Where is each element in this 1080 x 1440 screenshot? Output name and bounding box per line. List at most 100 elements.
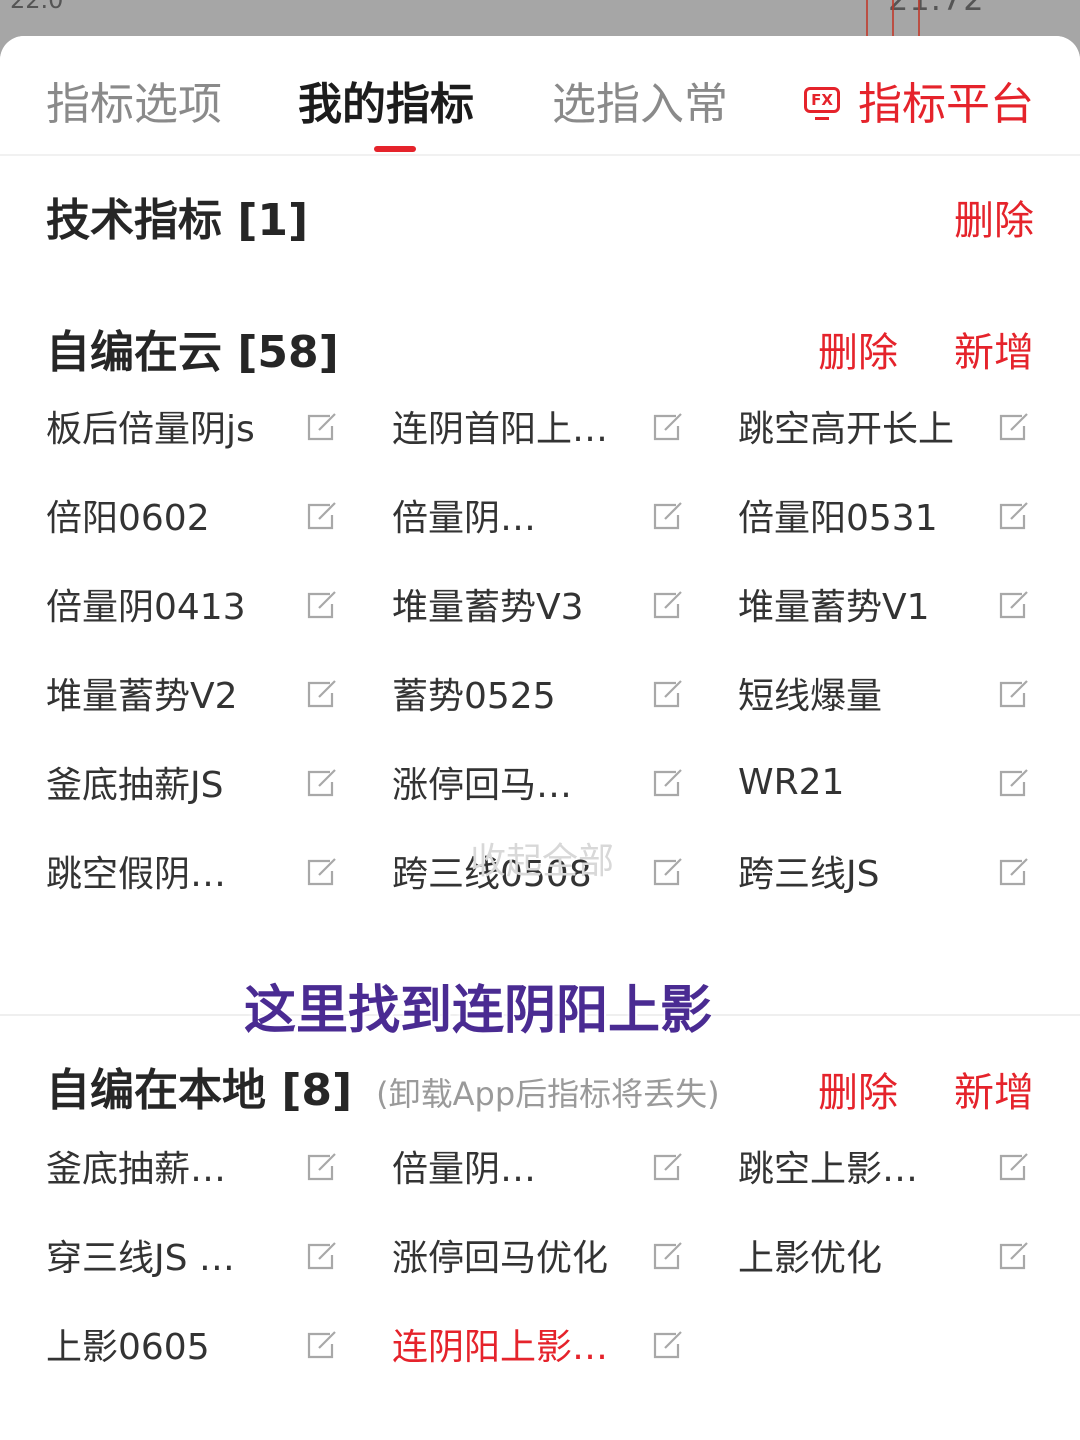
indicator-item-label: 上影0605 [46, 1327, 210, 1368]
edit-icon[interactable] [996, 586, 1032, 622]
edit-icon[interactable] [304, 1237, 340, 1273]
edit-icon[interactable] [650, 853, 686, 889]
local-title-text: 自编在本地 [8] [46, 1065, 353, 1116]
edit-icon[interactable] [996, 675, 1032, 711]
indicator-item-label: 倍阳0602 [46, 498, 210, 539]
edit-icon[interactable] [996, 853, 1032, 889]
cloud-delete-button[interactable]: 删除 [818, 320, 898, 378]
collapse-all-text: 收起全部 [470, 841, 615, 882]
indicator-item[interactable]: 倍量阴… [392, 485, 692, 545]
indicator-platform-label: 指标平台 [858, 79, 1034, 130]
indicator-item-label: 跳空上影… [738, 1149, 919, 1190]
edit-icon[interactable] [650, 1326, 686, 1362]
edit-icon[interactable] [996, 764, 1032, 800]
chart-line [866, 0, 868, 36]
edit-icon[interactable] [304, 853, 340, 889]
chart-tick-label: 22.0 [10, 0, 64, 14]
local-delete-button[interactable]: 删除 [818, 1060, 898, 1118]
indicator-item[interactable]: WR21 [738, 752, 1038, 812]
local-note: (卸载App后指标将丢失) [376, 1075, 720, 1113]
local-section: 自编在本地 [8] (卸载App后指标将丢失) 删除 新增 釜底抽薪… 倍量阴… 跳空… [0, 1024, 1080, 1440]
tab-indicator-options[interactable]: 指标选项 [46, 68, 222, 132]
indicator-item[interactable]: 短线爆量 [738, 663, 1038, 723]
indicator-item-label: 堆量蓄势V1 [738, 587, 930, 628]
indicator-item[interactable]: 跳空上影… [738, 1136, 1038, 1196]
edit-icon[interactable] [650, 1237, 686, 1273]
indicator-item-label: 跳空高开长上 [738, 409, 955, 450]
technical-delete-button[interactable]: 删除 [954, 188, 1034, 246]
indicator-item[interactable]: 倍阳0602 [46, 485, 346, 545]
fx-screen-icon: FX [804, 87, 840, 120]
indicator-item-label: 釜底抽薪JS [46, 765, 224, 806]
edit-icon[interactable] [304, 1148, 340, 1184]
indicator-item-label: 涨停回马… [392, 765, 573, 806]
indicator-item[interactable]: 釜底抽薪… [46, 1136, 346, 1196]
indicator-item[interactable]: 跨三线JS [738, 841, 1038, 901]
indicator-item-label: 跳空假阴… [46, 854, 227, 895]
technical-section: 技术指标 [1] 删除 [0, 156, 1080, 266]
edit-icon[interactable] [304, 408, 340, 444]
indicator-item-label: 堆量蓄势V2 [46, 676, 238, 717]
indicator-item[interactable]: 釜底抽薪JS [46, 752, 346, 812]
edit-icon[interactable] [996, 408, 1032, 444]
indicator-item[interactable]: 板后倍量阴js [46, 396, 346, 456]
indicator-sheet: 指标选项 我的指标 选指入常 FX 指标平台 技术指标 [1] 删除 自编在云 … [0, 36, 1080, 1440]
chart-line [892, 0, 894, 36]
cloud-title: 自编在云 [58] [46, 327, 339, 378]
cloud-section: 自编在云 [58] 删除 新增 板后倍量阴js 连阴首阳上… 跳空高开长上倍阳060… [0, 266, 1080, 1024]
edit-icon[interactable] [650, 497, 686, 533]
indicator-item-label: 倍量阳0531 [738, 498, 938, 539]
edit-icon[interactable] [650, 586, 686, 622]
active-tab-indicator [374, 146, 416, 152]
indicator-item[interactable]: 倍量阴… [392, 1136, 692, 1196]
indicator-item[interactable]: 涨停回马… [392, 752, 692, 812]
local-title: 自编在本地 [8] (卸载App后指标将丢失) [46, 1054, 720, 1118]
indicator-item[interactable]: 上影0605 [46, 1314, 346, 1374]
edit-icon[interactable] [996, 497, 1032, 533]
indicator-item-label: 连阴首阳上… [392, 409, 609, 450]
indicator-item[interactable]: 连阴首阳上… [392, 396, 692, 456]
indicator-item-label: 跨三线JS [738, 854, 880, 895]
indicator-item[interactable]: 蓄势0525 [392, 663, 692, 723]
indicator-item[interactable]: 倍量阴0413 [46, 574, 346, 634]
edit-icon[interactable] [304, 1326, 340, 1362]
edit-icon[interactable] [304, 497, 340, 533]
edit-icon[interactable] [996, 1148, 1032, 1184]
tab-select-indicators[interactable]: 选指入常 [552, 68, 728, 132]
edit-icon[interactable] [996, 1237, 1032, 1273]
indicator-item[interactable]: 堆量蓄势V2 [46, 663, 346, 723]
indicator-item[interactable]: 涨停回马优化 [392, 1225, 692, 1285]
indicator-item-label: 堆量蓄势V3 [392, 587, 584, 628]
indicator-item-label: 蓄势0525 [392, 676, 556, 717]
edit-icon[interactable] [650, 675, 686, 711]
indicator-item[interactable]: 堆量蓄势V1 [738, 574, 1038, 634]
edit-icon[interactable] [650, 1148, 686, 1184]
chart-price-label: 21.72 [888, 0, 985, 18]
edit-icon[interactable] [304, 675, 340, 711]
edit-icon[interactable] [650, 408, 686, 444]
indicator-item-label: 连阴阳上影… [392, 1327, 609, 1368]
indicator-item-label: 穿三线JS … [46, 1238, 235, 1279]
indicator-item[interactable]: 跳空假阴… [46, 841, 346, 901]
indicator-item-label: 短线爆量 [738, 676, 883, 717]
indicator-item-label: 倍量阴… [392, 498, 537, 539]
indicator-item[interactable]: 连阴阳上影… [392, 1314, 692, 1374]
tab-my-indicators[interactable]: 我的指标 [298, 68, 474, 132]
indicator-item[interactable]: 堆量蓄势V3 [392, 574, 692, 634]
cloud-add-button[interactable]: 新增 [954, 320, 1034, 378]
indicator-item[interactable]: 上影优化 [738, 1225, 1038, 1285]
edit-icon[interactable] [650, 764, 686, 800]
local-add-button[interactable]: 新增 [954, 1060, 1034, 1118]
technical-title: 技术指标 [1] [46, 195, 309, 246]
indicator-platform-button[interactable]: FX 指标平台 [804, 68, 1034, 132]
indicator-item-label: WR21 [738, 761, 845, 803]
indicator-item[interactable]: 跳空高开长上 [738, 396, 1038, 456]
edit-icon[interactable] [304, 764, 340, 800]
chart-line [918, 0, 920, 36]
annotation-caption: 这里找到连阴阳上影 [244, 981, 713, 1041]
indicator-item-label: 倍量阴0413 [46, 587, 246, 628]
indicator-item[interactable]: 倍量阳0531 [738, 485, 1038, 545]
indicator-item[interactable]: 穿三线JS … [46, 1225, 346, 1285]
indicator-item-label: 涨停回马优化 [392, 1238, 609, 1279]
edit-icon[interactable] [304, 586, 340, 622]
